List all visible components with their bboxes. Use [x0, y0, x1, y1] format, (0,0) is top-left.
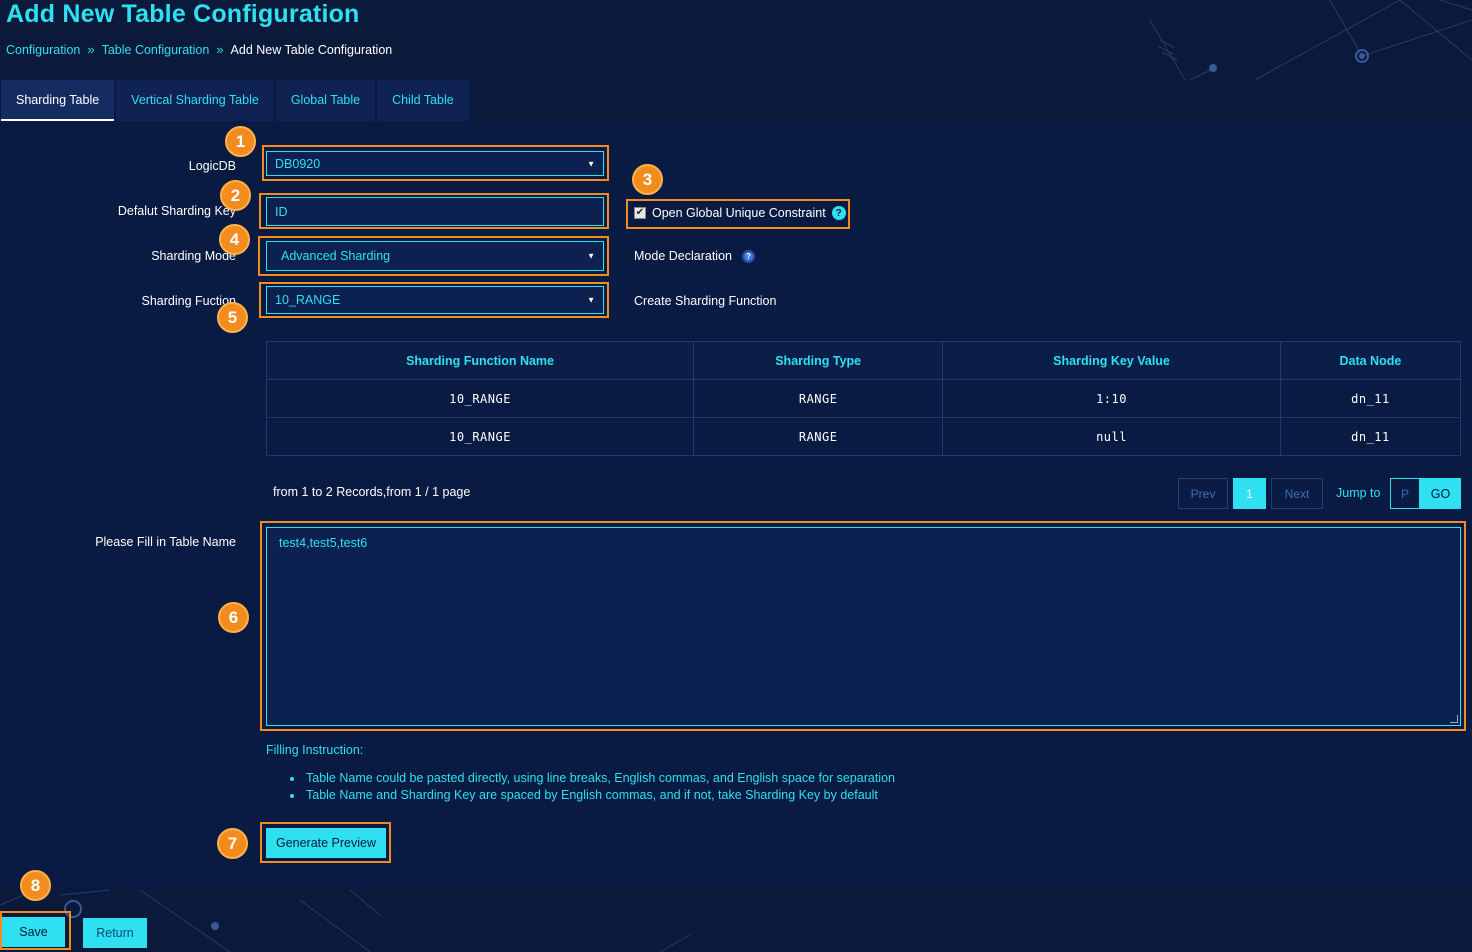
table-cell: 10_RANGE	[265, 417, 695, 456]
table-cell: 10_RANGE	[265, 379, 695, 418]
breadcrumb-table-configuration[interactable]: Table Configuration	[102, 43, 210, 57]
breadcrumb-current: Add New Table Configuration	[230, 42, 393, 57]
tab-vertical-sharding-table[interactable]: Vertical Sharding Table	[116, 80, 274, 121]
global-unique-constraint-row: ✔ Open Global Unique Constraint ?	[634, 206, 846, 220]
step-badge-3: 3	[632, 164, 663, 195]
table-cell: dn_11	[1279, 379, 1462, 418]
sharding-key-value: ID	[275, 204, 288, 219]
tab-bar: Sharding Table Vertical Sharding Table G…	[1, 80, 469, 121]
column-header-function-name[interactable]: Sharding Function Name	[265, 341, 695, 380]
sharding-mode-select[interactable]: Advanced Sharding ▼	[266, 241, 604, 271]
tab-sharding-table[interactable]: Sharding Table	[1, 80, 115, 121]
table-name-value: test4,test5,test6	[279, 536, 368, 550]
return-button[interactable]: Return	[83, 918, 147, 948]
table-name-textarea[interactable]: test4,test5,test6	[266, 527, 1461, 726]
mode-declaration: Mode Declaration ?	[634, 249, 755, 263]
question-circle-icon[interactable]: ?	[741, 249, 755, 263]
sharding-key-label: Defalut Sharding Key	[117, 204, 236, 218]
breadcrumb: Configuration » Table Configuration » Ad…	[6, 42, 392, 57]
table-cell: RANGE	[693, 379, 944, 418]
table-cell: dn_11	[1279, 417, 1462, 456]
sharding-function-value: 10_RANGE	[275, 293, 341, 307]
sharding-function-table: Sharding Function Name Sharding Type Sha…	[265, 341, 1462, 456]
resize-grip-icon[interactable]	[1450, 715, 1458, 723]
go-button[interactable]: GO	[1420, 478, 1461, 509]
sharding-key-input[interactable]: ID	[266, 197, 604, 226]
save-button[interactable]: Save	[2, 917, 65, 947]
filling-instruction-list: Table Name could be pasted directly, usi…	[290, 770, 895, 804]
list-item: Table Name and Sharding Key are spaced b…	[290, 787, 895, 804]
table-header-row: Sharding Function Name Sharding Type Sha…	[265, 341, 1462, 380]
sharding-mode-label: Sharding Mode	[151, 249, 236, 263]
table-cell: null	[942, 417, 1281, 456]
table-cell: RANGE	[693, 417, 944, 456]
column-header-sharding-type[interactable]: Sharding Type	[693, 341, 944, 380]
question-circle-icon[interactable]: ?	[831, 206, 846, 220]
create-sharding-function-link[interactable]: Create Sharding Function	[634, 294, 776, 308]
caret-down-icon: ▼	[587, 295, 595, 305]
step-badge-2: 2	[220, 180, 251, 211]
jump-to-label: Jump to	[1336, 486, 1381, 500]
page-title: Add New Table Configuration	[6, 0, 360, 28]
step-badge-7: 7	[217, 828, 248, 859]
caret-down-icon: ▼	[587, 159, 595, 168]
logicdb-select[interactable]: DB0920 ▼	[266, 151, 604, 176]
step-badge-4: 4	[219, 224, 250, 255]
step-badge-6: 6	[218, 602, 249, 633]
table-name-label: Please Fill in Table Name	[95, 535, 236, 549]
global-unique-checkbox[interactable]: ✔	[634, 207, 646, 219]
table-cell: 1:10	[942, 379, 1281, 418]
tab-global-table[interactable]: Global Table	[275, 80, 376, 121]
mode-declaration-label[interactable]: Mode Declaration	[634, 249, 732, 263]
next-page-button[interactable]: Next	[1271, 478, 1323, 509]
jump-to-page-input[interactable]: P	[1390, 478, 1420, 509]
table-row[interactable]: 10_RANGE RANGE 1:10 dn_11	[265, 379, 1462, 418]
prev-page-button[interactable]: Prev	[1178, 478, 1228, 509]
filling-instruction-title: Filling Instruction:	[266, 743, 364, 757]
double-chevron-right-icon: »	[216, 42, 224, 57]
breadcrumb-configuration[interactable]: Configuration	[6, 43, 80, 57]
step-badge-1: 1	[225, 126, 256, 157]
sharding-function-label: Sharding Fuction	[141, 294, 236, 308]
generate-preview-button[interactable]: Generate Preview	[266, 828, 386, 858]
sharding-function-select[interactable]: 10_RANGE ▼	[266, 286, 604, 314]
tab-child-table[interactable]: Child Table	[377, 80, 469, 121]
sharding-mode-value: Advanced Sharding	[281, 249, 391, 263]
logicdb-label: LogicDB	[188, 159, 236, 173]
table-row[interactable]: 10_RANGE RANGE null dn_11	[265, 417, 1462, 456]
step-badge-8: 8	[20, 870, 51, 901]
column-header-sharding-key-value[interactable]: Sharding Key Value	[942, 341, 1281, 380]
records-info: from 1 to 2 Records,from 1 / 1 page	[273, 485, 471, 499]
logicdb-value: DB0920	[275, 156, 321, 171]
global-unique-label: Open Global Unique Constraint	[652, 206, 826, 220]
caret-down-icon: ▼	[587, 251, 595, 261]
step-badge-5: 5	[217, 302, 248, 333]
double-chevron-right-icon: »	[87, 42, 95, 57]
column-header-data-node[interactable]: Data Node	[1279, 341, 1462, 380]
page-number-button[interactable]: 1	[1233, 478, 1266, 509]
list-item: Table Name could be pasted directly, usi…	[290, 770, 895, 787]
